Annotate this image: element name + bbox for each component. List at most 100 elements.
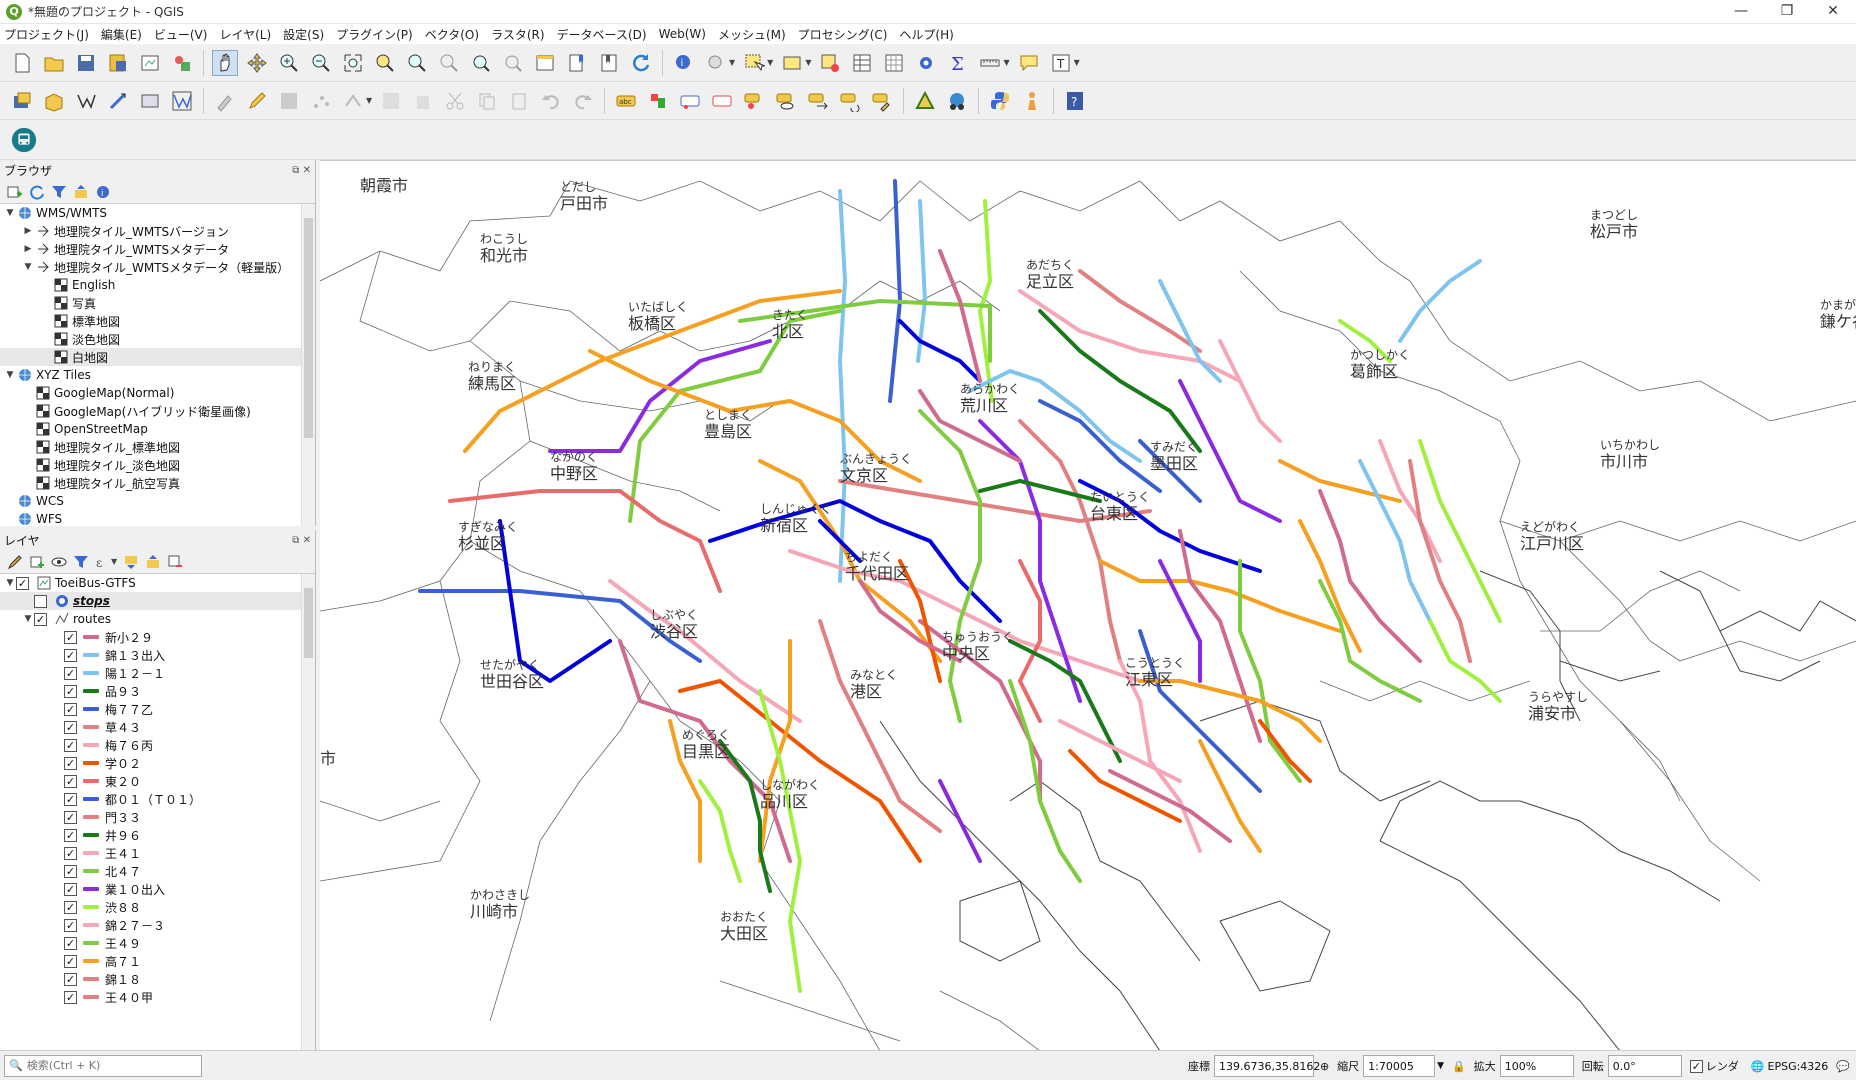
menu-processing[interactable]: プロセシング(C) [798, 26, 888, 43]
python-console-button[interactable] [987, 88, 1013, 114]
browser-filter-button[interactable] [48, 182, 70, 202]
route-category-row[interactable]: ✓ 高７１ [0, 952, 315, 970]
minimize-button[interactable]: — [1718, 0, 1764, 24]
new-project-button[interactable] [9, 50, 35, 76]
menu-project[interactable]: プロジェクト(J) [4, 26, 89, 43]
highlight-pinned-labels-button[interactable] [677, 88, 703, 114]
route-category-row[interactable]: ✓ 梅７７乙 [0, 700, 315, 718]
locator-search[interactable]: 🔍 [4, 1054, 202, 1077]
attribute-table-button[interactable] [849, 50, 875, 76]
layer-checkbox[interactable] [34, 594, 47, 608]
delete-selected-button[interactable] [410, 88, 436, 114]
redo-button[interactable] [570, 88, 596, 114]
magnifier-field[interactable]: 100% [1499, 1055, 1574, 1077]
route-checkbox[interactable]: ✓ [64, 954, 77, 968]
panel-float-close-icon[interactable]: ⧉ ✕ [292, 165, 311, 176]
crs-globe-icon[interactable]: 🌐 [1751, 1060, 1765, 1073]
layer-styling-button[interactable] [4, 552, 26, 572]
expand-arrow-icon[interactable]: ▼ [4, 578, 16, 588]
route-checkbox[interactable]: ✓ [64, 918, 77, 932]
data-source-manager-button[interactable] [9, 88, 35, 114]
route-checkbox[interactable]: ✓ [64, 864, 77, 878]
undo-button[interactable] [538, 88, 564, 114]
route-checkbox[interactable]: ✓ [64, 720, 77, 734]
scale-field[interactable]: 1:70005 [1363, 1055, 1436, 1077]
route-checkbox[interactable]: ✓ [64, 774, 77, 788]
route-checkbox[interactable]: ✓ [64, 756, 77, 770]
browser-item[interactable]: OpenStreetMap [0, 420, 315, 438]
toggle-editing-button[interactable] [244, 88, 270, 114]
remove-layer-button[interactable] [164, 552, 186, 572]
route-checkbox[interactable]: ✓ [64, 702, 77, 716]
route-category-row[interactable]: ✓ 東２０ [0, 772, 315, 790]
browser-item[interactable]: GoogleMap(Normal) [0, 384, 315, 402]
menu-web[interactable]: Web(W) [659, 27, 706, 41]
route-category-row[interactable]: ✓ 渋８８ [0, 898, 315, 916]
layer-checkbox[interactable]: ✓ [16, 576, 29, 590]
route-checkbox[interactable]: ✓ [64, 648, 77, 662]
new-map-view-button[interactable] [532, 50, 558, 76]
add-feature-button[interactable] [308, 88, 334, 114]
save-project-button[interactable] [73, 50, 99, 76]
expand-all-button[interactable] [120, 552, 142, 572]
browser-item[interactable]: 淡色地図 [0, 330, 315, 348]
filter-legend-button[interactable] [70, 552, 92, 572]
route-category-row[interactable]: ✓ 梅７６丙 [0, 736, 315, 754]
expand-arrow-icon[interactable]: ▶ [22, 244, 34, 254]
layers-scrollbar[interactable] [301, 574, 315, 1050]
pan-tool-button[interactable] [212, 49, 238, 76]
rotate-label-button[interactable] [837, 88, 863, 114]
toggle-extents-icon[interactable]: ⊕ [1320, 1060, 1329, 1073]
expand-arrow-icon[interactable]: ▼ [4, 370, 16, 380]
layer-group-row[interactable]: ▼ ✓ ToeiBus-GTFS [0, 574, 315, 592]
new-temp-layer-button[interactable] [137, 88, 163, 114]
new-virtual-layer-button[interactable] [169, 88, 195, 114]
route-checkbox[interactable]: ✓ [64, 846, 77, 860]
expand-arrow-icon[interactable]: ▼ [22, 614, 34, 624]
new-bookmark-button[interactable] [564, 50, 590, 76]
georeferencer-button[interactable] [912, 88, 938, 114]
menu-mesh[interactable]: メッシュ(M) [718, 26, 786, 43]
lock-scale-icon[interactable]: 🔒 [1452, 1060, 1466, 1073]
route-category-row[interactable]: ✓ 井９６ [0, 826, 315, 844]
browser-item[interactable]: ▼ WMS/WMTS [0, 204, 315, 222]
rotation-field[interactable]: 0.0° [1607, 1055, 1682, 1077]
field-calculator-button[interactable] [881, 50, 907, 76]
menu-vector[interactable]: ベクタ(O) [425, 26, 479, 43]
collapse-all-button[interactable] [70, 182, 92, 202]
menu-raster[interactable]: ラスタ(R) [491, 26, 544, 43]
text-annotation-button[interactable]: T [1048, 50, 1074, 76]
new-geopackage-button[interactable] [41, 88, 67, 114]
browser-item[interactable]: ▶ 地理院タイル_WMTSメタデータ [0, 240, 315, 258]
browser-refresh-button[interactable] [26, 182, 48, 202]
browser-item[interactable]: English [0, 276, 315, 294]
add-selected-layers-button[interactable] [4, 182, 26, 202]
show-bookmarks-button[interactable] [596, 50, 622, 76]
vertex-tool-button[interactable] [340, 88, 366, 114]
browser-item[interactable]: 地理院タイル_淡色地図 [0, 456, 315, 474]
diagram-options-button[interactable] [645, 88, 671, 114]
browser-item[interactable]: 写真 [0, 294, 315, 312]
route-category-row[interactable]: ✓ 学０２ [0, 754, 315, 772]
toggle-label-display-button[interactable] [709, 88, 735, 114]
menu-settings[interactable]: 設定(S) [283, 26, 324, 43]
coordinate-field[interactable]: 139.6736,35.8162 [1213, 1055, 1320, 1077]
menu-plugins[interactable]: プラグイン(P) [336, 26, 413, 43]
route-category-row[interactable]: ✓ 王４０甲 [0, 988, 315, 1006]
route-checkbox[interactable]: ✓ [64, 828, 77, 842]
close-button[interactable]: ✕ [1810, 0, 1856, 24]
quickmapservices-button[interactable] [944, 88, 970, 114]
plugin-person-button[interactable] [1019, 88, 1045, 114]
menu-database[interactable]: データベース(D) [557, 26, 647, 43]
browser-item[interactable]: WFS [0, 510, 315, 526]
paste-button[interactable] [506, 88, 532, 114]
route-checkbox[interactable]: ✓ [64, 630, 77, 644]
route-category-row[interactable]: ✓ 北４７ [0, 862, 315, 880]
locator-search-input[interactable] [26, 1059, 197, 1072]
route-checkbox[interactable]: ✓ [64, 738, 77, 752]
new-spatialite-button[interactable] [105, 88, 131, 114]
style-manager-button[interactable] [169, 50, 195, 76]
show-hide-labels-button[interactable] [773, 88, 799, 114]
route-checkbox[interactable]: ✓ [64, 972, 77, 986]
zoom-next-button[interactable] [500, 50, 526, 76]
